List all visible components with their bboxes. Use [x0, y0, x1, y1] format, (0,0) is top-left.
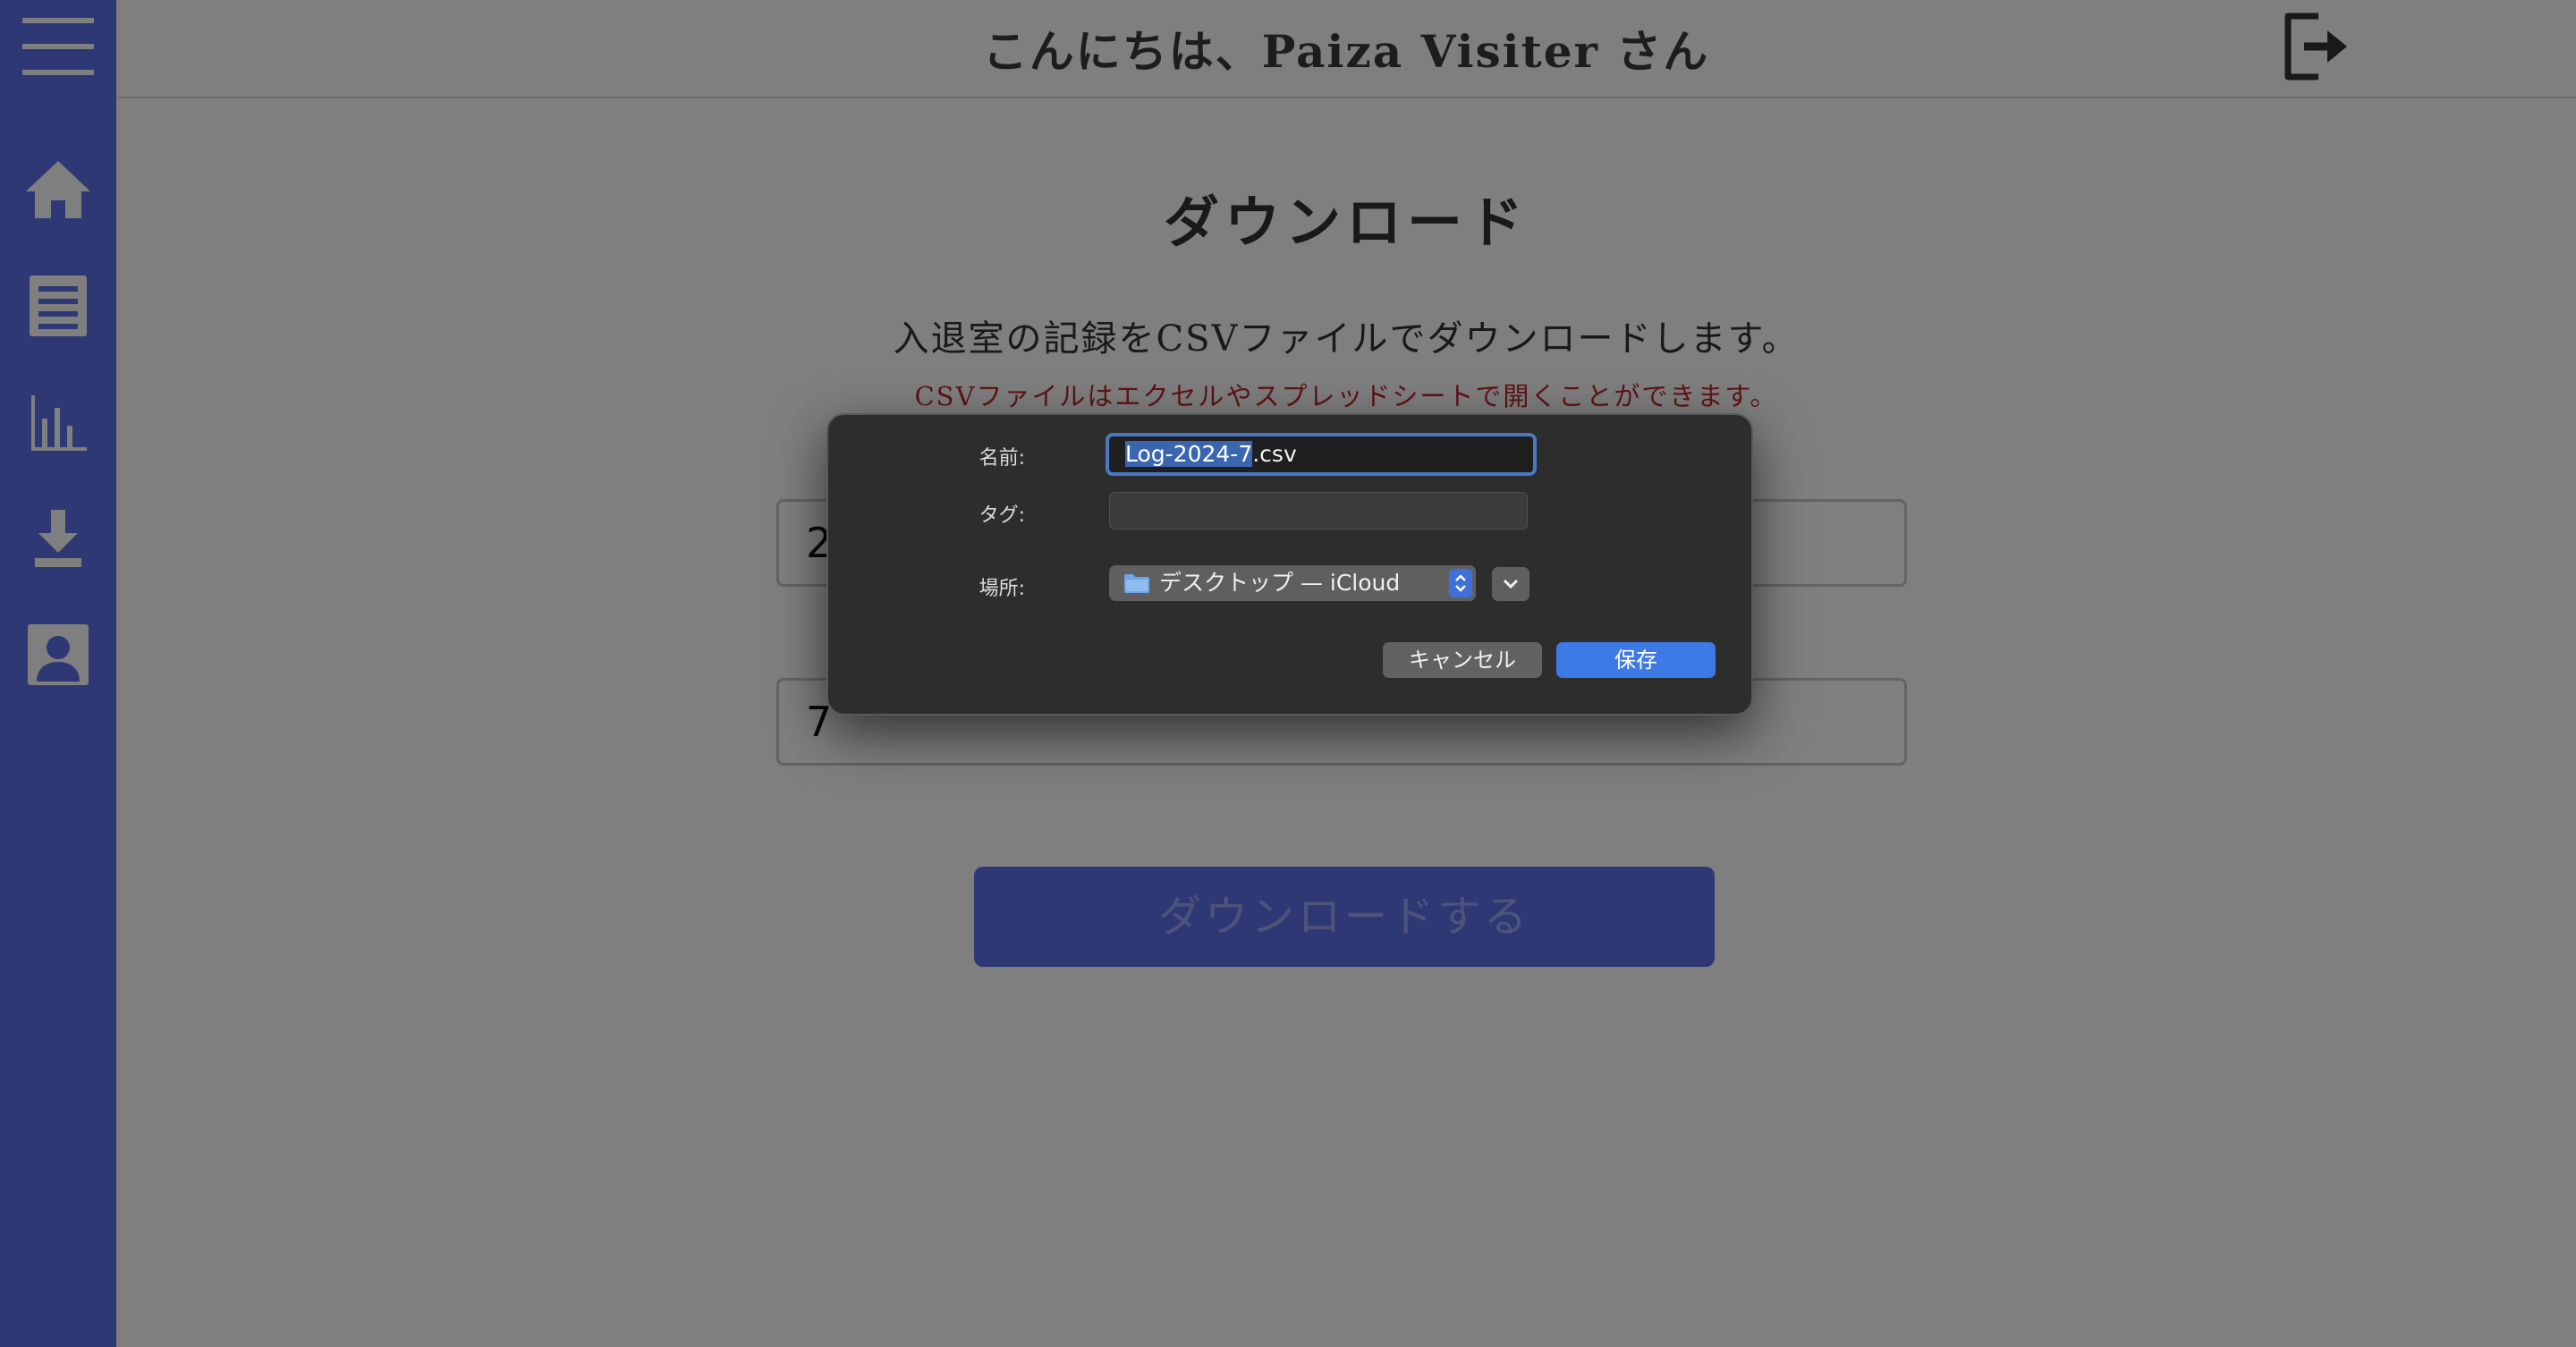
file-name-selection: Log-2024-7	[1125, 441, 1253, 467]
file-name-input[interactable]: Log-2024-7.csv	[1106, 433, 1537, 476]
chevron-down-icon	[1503, 579, 1519, 589]
location-select[interactable]: デスクトップ — iCloud	[1109, 565, 1476, 601]
expand-button[interactable]	[1492, 567, 1530, 601]
name-label: 名前:	[979, 447, 1025, 470]
location-label: 場所:	[979, 578, 1025, 600]
folder-icon	[1123, 572, 1150, 594]
tags-input[interactable]	[1109, 492, 1528, 529]
save-button[interactable]: 保存	[1556, 642, 1716, 678]
tags-label: タグ:	[979, 504, 1025, 527]
save-dialog: 名前: Log-2024-7.csv タグ: 場所: デスクトップ — iClo…	[826, 413, 1753, 716]
file-name-extension: .csv	[1252, 441, 1297, 467]
location-value: デスクトップ — iCloud	[1159, 570, 1401, 596]
cancel-button[interactable]: キャンセル	[1383, 642, 1542, 678]
updown-chevron-icon	[1449, 569, 1472, 597]
